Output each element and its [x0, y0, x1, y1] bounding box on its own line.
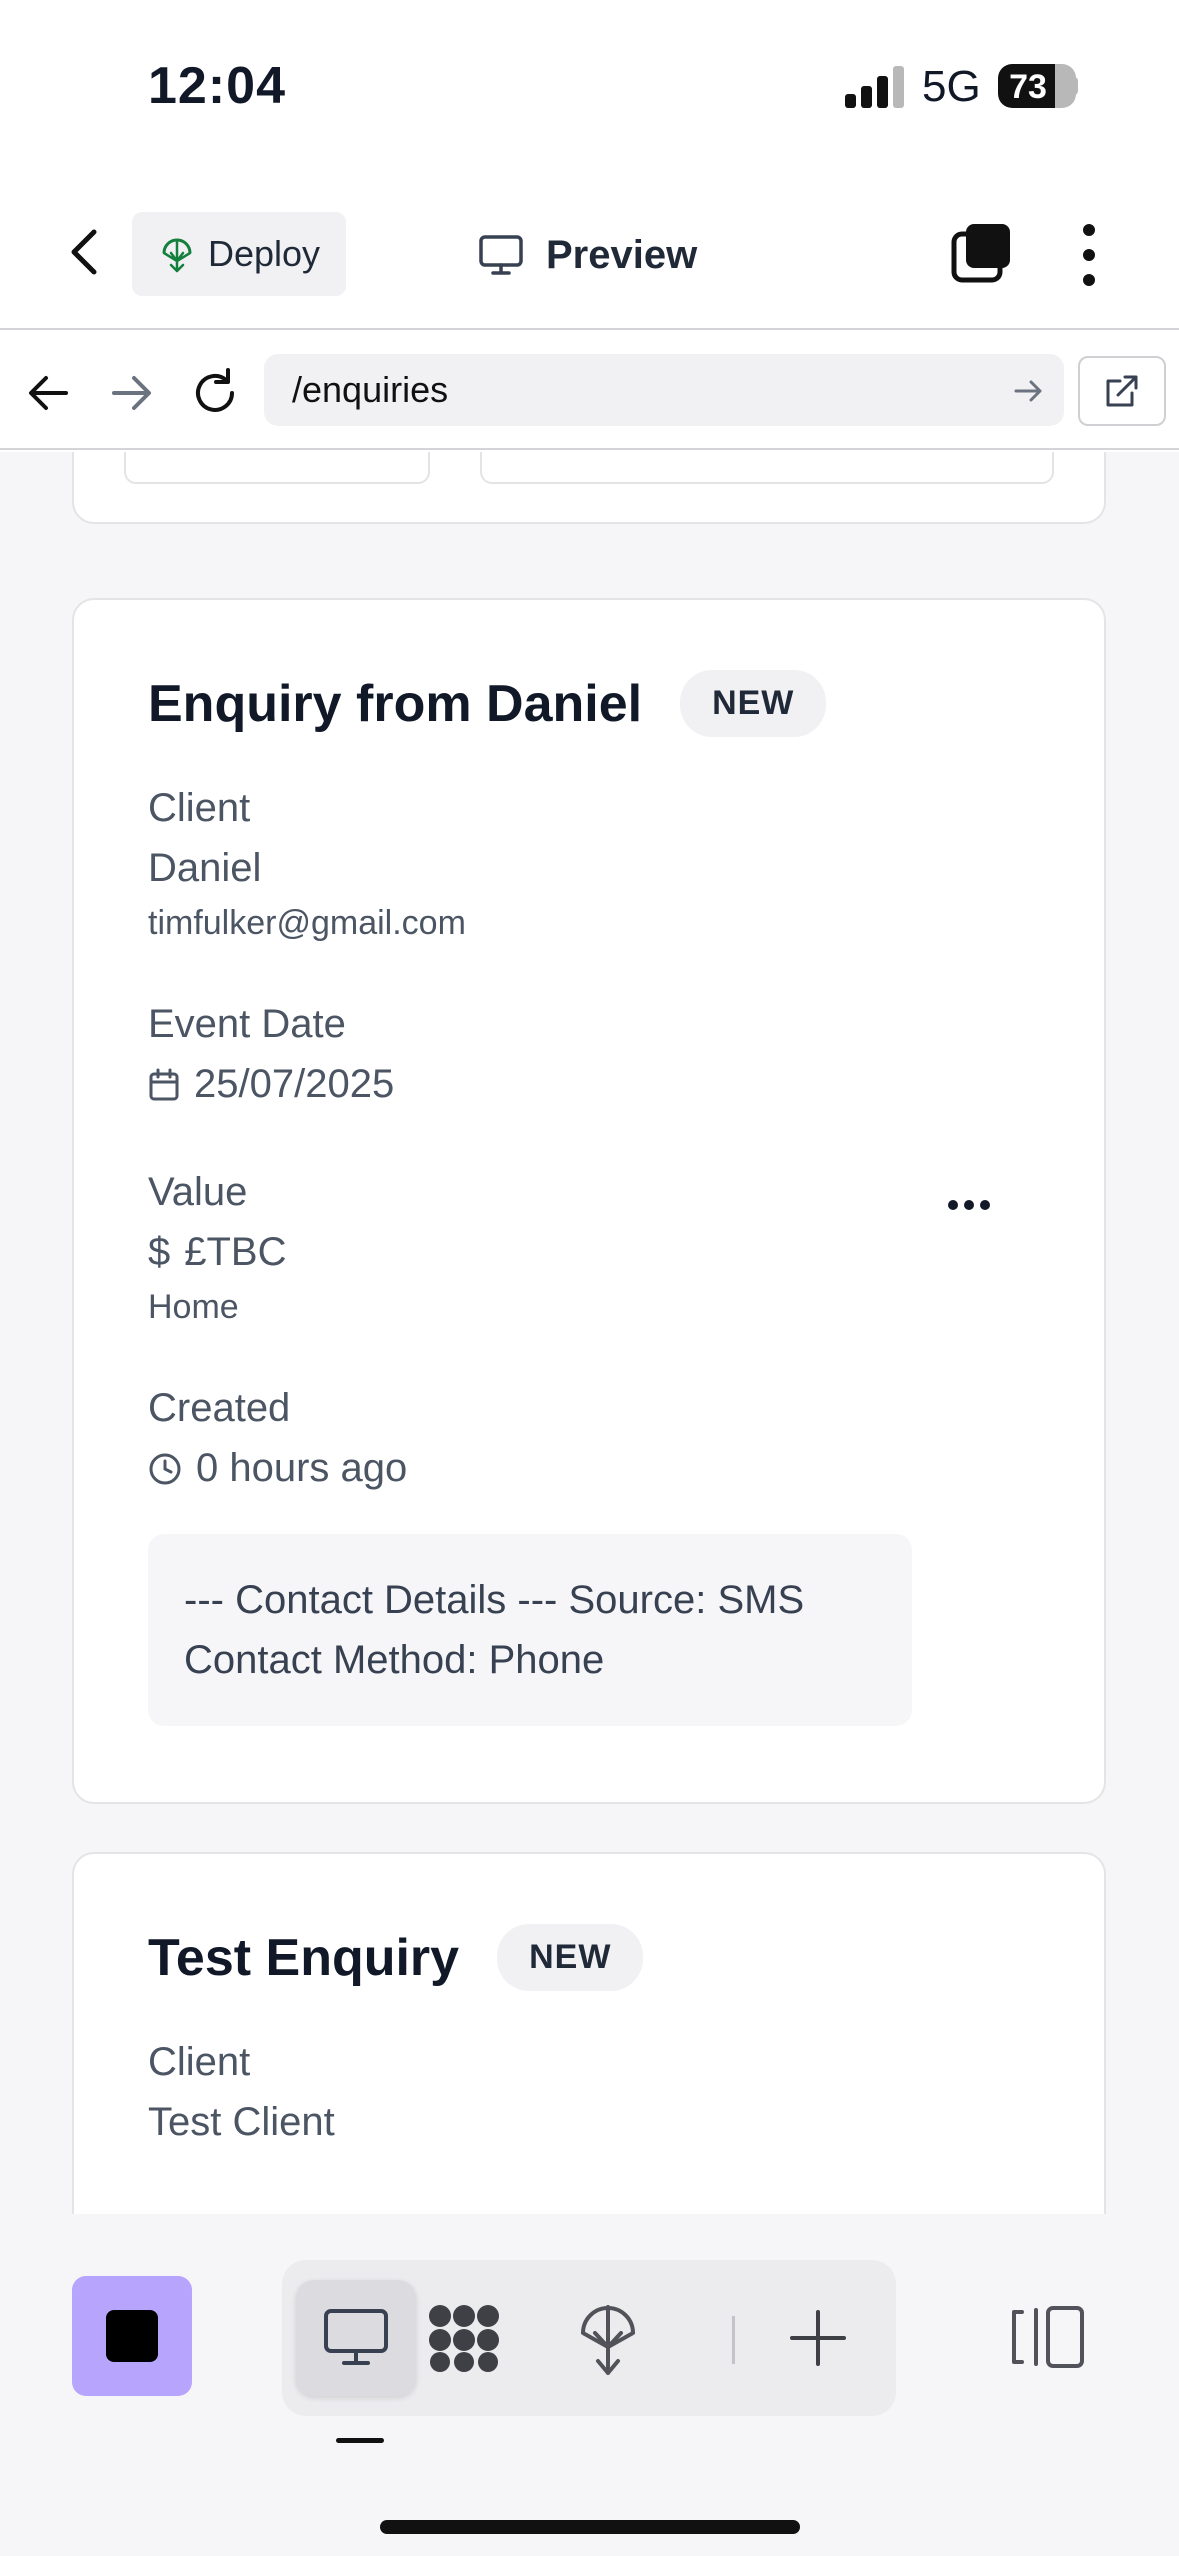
- signal-icon: [845, 64, 905, 108]
- deploy-button[interactable]: Deploy: [132, 212, 346, 296]
- client-name: Daniel: [148, 846, 261, 891]
- tabs-button[interactable]: [950, 222, 1012, 284]
- created-label: Created: [148, 1386, 291, 1430]
- apps-icon: [429, 2305, 499, 2372]
- arrow-right-icon: [112, 376, 151, 410]
- deploy-label: Deploy: [208, 233, 321, 274]
- created: 0 hours ago: [148, 1446, 407, 1491]
- enquiry-title: Enquiry from Daniel: [148, 674, 643, 733]
- more-vertical-icon: [1083, 224, 1095, 286]
- event-date-label: Event Date: [148, 1002, 346, 1046]
- value-label: Value: [148, 1170, 248, 1214]
- reload-button[interactable]: [188, 366, 242, 420]
- status-time: 12:04: [148, 57, 286, 115]
- dot-icon: [964, 1200, 974, 1210]
- preview-button[interactable]: Preview: [478, 222, 697, 288]
- battery-icon: 73: [998, 64, 1076, 108]
- tabs-icon: [951, 224, 1010, 283]
- enquiry-card: Enquiry from Daniel NEW Client Daniel ti…: [72, 598, 1106, 1804]
- dollar-icon: $: [148, 1230, 171, 1274]
- battery-percent: 73: [1009, 68, 1047, 106]
- clock-icon: [149, 1453, 181, 1484]
- add-tool-button[interactable]: [758, 2280, 878, 2396]
- external-link-icon: [1106, 375, 1138, 407]
- card-header: Enquiry from Daniel NEW: [148, 670, 827, 737]
- status-badge: NEW: [497, 1924, 644, 1991]
- bottom-toolbar: [0, 2214, 1179, 2556]
- created-text: 0 hours ago: [196, 1446, 408, 1490]
- back-button[interactable]: [60, 222, 110, 282]
- card-actions-button[interactable]: [948, 1200, 992, 1216]
- app-header: Deploy Preview: [0, 170, 1179, 330]
- calendar-icon: [149, 1068, 179, 1100]
- plus-icon: [790, 2310, 846, 2366]
- enquiries-list: Enquiry from Daniel NEW Client Daniel ti…: [0, 452, 1179, 2214]
- value: $ £TBC: [148, 1230, 287, 1275]
- client-name-text: Daniel: [148, 846, 262, 890]
- event-date: 25/07/2025: [148, 1062, 394, 1107]
- event-date-text: 25/07/2025: [194, 1062, 395, 1106]
- network-type: 5G: [922, 62, 981, 111]
- url-text: /enquiries: [292, 369, 449, 410]
- client-name-text: Test Client: [148, 2100, 335, 2144]
- status-bar: 12:04 5G 73: [0, 0, 1179, 170]
- split-view-button[interactable]: [1008, 2304, 1088, 2370]
- view-toolbar: [282, 2260, 896, 2416]
- dot-icon: [948, 1200, 958, 1210]
- browser-back-button[interactable]: [22, 366, 76, 420]
- monitor-icon: [324, 2309, 388, 2365]
- dot-icon: [980, 1200, 990, 1210]
- url-input[interactable]: /enquiries: [264, 354, 1064, 426]
- reload-icon: [196, 368, 234, 412]
- apps-tool-button[interactable]: [404, 2280, 524, 2396]
- deploy-icon: [581, 2305, 635, 2375]
- preview-tool-button[interactable]: [296, 2280, 416, 2396]
- more-options-button[interactable]: [1070, 222, 1108, 288]
- arrow-left-icon: [29, 376, 68, 410]
- battery-tip: [1072, 77, 1078, 95]
- monitor-icon: [479, 235, 523, 275]
- deploy-tool-button[interactable]: [548, 2280, 668, 2396]
- status-badge: NEW: [680, 670, 827, 737]
- client-name: Test Client: [148, 2100, 335, 2145]
- client-email: timfulker@gmail.com: [148, 904, 466, 942]
- previous-card-field[interactable]: [480, 452, 1054, 484]
- previous-card-button[interactable]: [124, 452, 430, 484]
- notes-box: --- Contact Details --- Source: SMS Cont…: [148, 1534, 912, 1726]
- card-header: Test Enquiry NEW: [148, 1924, 644, 1991]
- open-external-button[interactable]: [1078, 356, 1166, 426]
- venue: Home: [148, 1288, 239, 1326]
- active-tab-indicator: [336, 2438, 384, 2443]
- client-label: Client: [148, 786, 251, 830]
- browser-forward-button[interactable]: [104, 366, 158, 420]
- enquiry-card-previous: [72, 452, 1106, 524]
- preview-label: Preview: [546, 232, 698, 277]
- enquiry-title: Test Enquiry: [148, 1928, 460, 1987]
- value-text: £TBC: [184, 1230, 287, 1274]
- toolbar-divider: [732, 2316, 735, 2364]
- enquiry-card: Test Enquiry NEW Client Test Client: [72, 1852, 1106, 2214]
- stop-icon: [106, 2310, 158, 2362]
- go-arrow-icon[interactable]: [1012, 374, 1046, 408]
- home-indicator[interactable]: [380, 2520, 800, 2534]
- split-view-icon: [1012, 2306, 1084, 2368]
- browser-bar: /enquiries: [0, 332, 1179, 450]
- chevron-left-icon: [71, 229, 97, 275]
- deploy-icon: [162, 238, 192, 273]
- stop-button[interactable]: [72, 2276, 192, 2396]
- client-label: Client: [148, 2040, 251, 2084]
